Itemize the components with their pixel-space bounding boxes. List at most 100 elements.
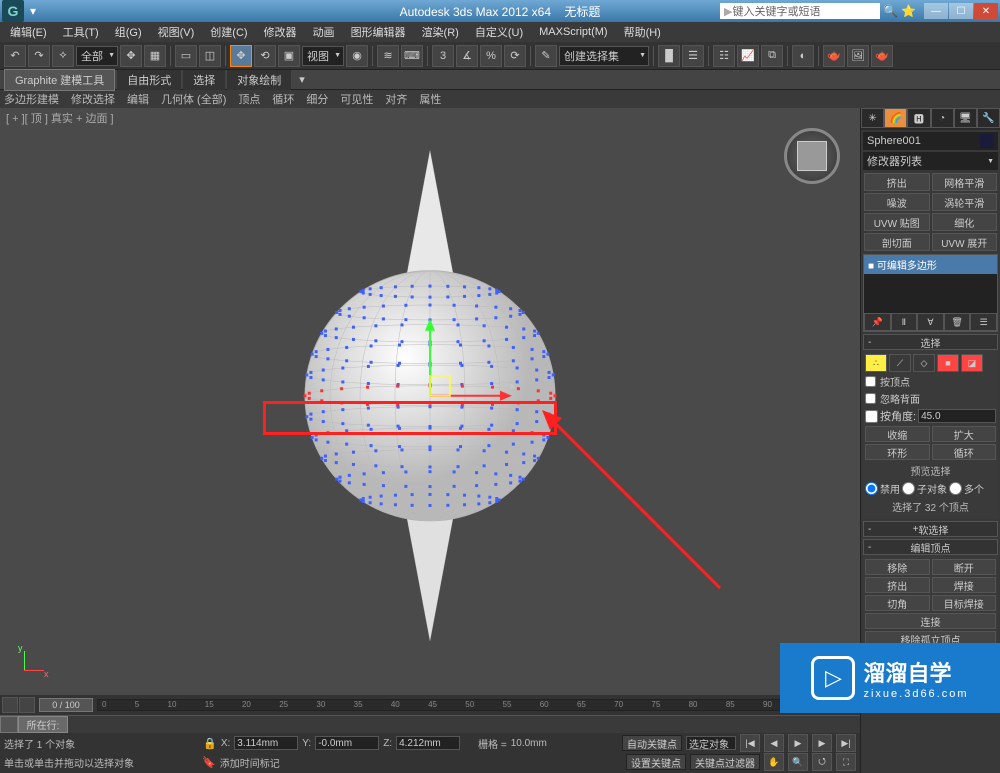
angle-field[interactable]: 45.0 <box>918 409 996 423</box>
stack-unique-icon[interactable]: ∀ <box>917 313 944 331</box>
preset-slice[interactable]: 剖切面 <box>864 233 930 251</box>
ribbon-tab-modeling[interactable]: Graphite 建模工具 <box>4 69 115 91</box>
panel-polymodel[interactable]: 多边形建模 <box>4 91 59 107</box>
preset-extrude[interactable]: 挤出 <box>864 173 930 191</box>
btn-grow[interactable]: 扩大 <box>932 426 997 442</box>
menu-tools[interactable]: 工具(T) <box>57 22 105 42</box>
panel-props[interactable]: 属性 <box>419 91 441 107</box>
preset-turbosmooth[interactable]: 涡轮平滑 <box>932 193 998 211</box>
rollout-header-editverts[interactable]: 编辑顶点 <box>863 539 998 555</box>
panel-verts[interactable]: 顶点 <box>238 91 260 107</box>
btn-shrink[interactable]: 收缩 <box>865 426 930 442</box>
render-frame-button[interactable]: 🖼 <box>847 45 869 67</box>
btn-target-weld[interactable]: 目标焊接 <box>932 595 997 611</box>
object-name-field[interactable]: Sphere001 <box>863 132 998 150</box>
time-slider[interactable]: 0 / 100 05101520253035404550556065707580… <box>0 695 860 715</box>
panel-vis[interactable]: 可见性 <box>340 91 373 107</box>
key-target[interactable]: 选定对象 <box>686 736 736 750</box>
autokey-button[interactable]: 自动关键点 <box>622 735 682 751</box>
tab-hierarchy[interactable]: 🅷 <box>907 108 930 128</box>
subobj-edge[interactable]: ⟋ <box>889 354 911 372</box>
align-button[interactable]: ☰ <box>682 45 704 67</box>
track-bar[interactable] <box>68 716 860 733</box>
menu-views[interactable]: 视图(V) <box>152 22 201 42</box>
viewcube[interactable] <box>784 128 840 184</box>
modifier-list-dropdown[interactable]: 修改器列表 <box>863 152 998 170</box>
time-ruler[interactable]: 0510152025303540455055606570758085909510… <box>97 699 856 711</box>
play-button[interactable]: ▶ <box>788 734 808 752</box>
preset-uvwunwrap[interactable]: UVW 展开 <box>932 233 998 251</box>
modifier-stack[interactable]: ■ 可编辑多边形 📌 Ⅱ ∀ 🗑 ☰ <box>863 254 998 332</box>
menu-modifiers[interactable]: 修改器 <box>258 22 303 42</box>
subobj-element[interactable]: ◪ <box>961 354 983 372</box>
render-setup-button[interactable]: 🫖 <box>823 45 845 67</box>
maximize-button[interactable]: ☐ <box>949 3 973 19</box>
stack-config-icon[interactable]: ☰ <box>970 313 997 331</box>
radio-preview-sub[interactable] <box>902 482 915 495</box>
radio-preview-multi[interactable] <box>949 482 962 495</box>
keyfilter-button[interactable]: 关键点过滤器 <box>690 754 760 770</box>
track-label[interactable]: 所在行: <box>18 716 68 733</box>
time-tag-icon[interactable]: 🔖 <box>202 756 216 769</box>
panel-loop[interactable]: 循环 <box>272 91 294 107</box>
z-field[interactable]: 4.212mm <box>396 736 460 750</box>
menu-create[interactable]: 创建(C) <box>204 22 253 42</box>
btn-remove[interactable]: 移除 <box>865 559 930 575</box>
chk-ignore-backfacing[interactable] <box>865 393 876 404</box>
nav-orbit-button[interactable]: ⭯ <box>812 753 832 771</box>
panel-geom[interactable]: 几何体 (全部) <box>161 91 226 107</box>
rotate-button[interactable]: ⟲ <box>254 45 276 67</box>
help-icon2[interactable]: ⭐ <box>901 4 915 18</box>
minimize-button[interactable]: — <box>924 3 948 19</box>
select-button[interactable]: ✥ <box>120 45 142 67</box>
prev-frame-button[interactable]: ◀ <box>764 734 784 752</box>
preset-optimize[interactable]: 细化 <box>932 213 998 231</box>
timeline-icon1[interactable] <box>2 697 18 713</box>
percent-snap-button[interactable]: % <box>480 45 502 67</box>
named-sel-edit[interactable]: ✎ <box>535 45 557 67</box>
ribbon-expand-icon[interactable]: ▾ <box>299 73 305 86</box>
render-button[interactable]: 🫖 <box>871 45 893 67</box>
menu-animation[interactable]: 动画 <box>307 22 341 42</box>
ref-coord[interactable]: 视图 <box>302 46 344 66</box>
ribbon-tab-selection[interactable]: 选择 <box>183 70 225 90</box>
material-editor-button[interactable]: ◐ <box>792 45 814 67</box>
y-field[interactable]: -0.0mm <box>315 736 379 750</box>
nav-pan-button[interactable]: ✋ <box>764 753 784 771</box>
nav-zoom-button[interactable]: 🔍 <box>788 753 808 771</box>
undo-button[interactable]: ↶ <box>4 45 26 67</box>
stack-pin-icon[interactable]: 📌 <box>864 313 891 331</box>
radio-preview-off[interactable] <box>865 482 878 495</box>
ribbon-tab-freeform[interactable]: 自由形式 <box>117 70 181 90</box>
subobj-vertex[interactable]: ∴ <box>865 354 887 372</box>
layers-button[interactable]: ☷ <box>713 45 735 67</box>
stack-show-icon[interactable]: Ⅱ <box>891 313 918 331</box>
panel-edit[interactable]: 编辑 <box>127 91 149 107</box>
goto-end-button[interactable]: ▶| <box>836 734 856 752</box>
nav-maximize-button[interactable]: ⛶ <box>836 753 856 771</box>
x-field[interactable]: 3.114mm <box>234 736 298 750</box>
menu-render[interactable]: 渲染(R) <box>416 22 465 42</box>
qat-arrow[interactable]: ▾ <box>30 4 36 18</box>
rollout-header-softsel[interactable]: + 软选择 <box>863 521 998 537</box>
lock-icon[interactable]: 🔒 <box>203 737 217 750</box>
setkey-button[interactable]: 设置关键点 <box>626 754 686 770</box>
goto-start-button[interactable]: |◀ <box>740 734 760 752</box>
btn-connect[interactable]: 连接 <box>865 613 996 629</box>
tab-modify[interactable]: 🌈 <box>884 108 907 128</box>
stack-remove-icon[interactable]: 🗑 <box>944 313 971 331</box>
subobj-poly[interactable]: ■ <box>937 354 959 372</box>
link-button[interactable]: ⟡ <box>52 45 74 67</box>
viewport[interactable]: [ + ][ 顶 ] 真实 + 边面 ] x <box>0 108 860 695</box>
btn-chamfer[interactable]: 切角 <box>865 595 930 611</box>
tab-create[interactable]: ✳ <box>861 108 884 128</box>
time-slider-thumb[interactable]: 0 / 100 <box>39 698 93 712</box>
menu-maxscript[interactable]: MAXScript(M) <box>533 24 613 40</box>
trackbar-toggle[interactable] <box>0 716 18 733</box>
next-frame-button[interactable]: ▶ <box>812 734 832 752</box>
btn-break[interactable]: 断开 <box>932 559 997 575</box>
rect-select-button[interactable]: ▭ <box>175 45 197 67</box>
spinner-snap-button[interactable]: ⟳ <box>504 45 526 67</box>
viewport-label[interactable]: [ + ][ 顶 ] 真实 + 边面 ] <box>6 110 114 126</box>
mirror-button[interactable]: ▐▌ <box>658 45 680 67</box>
